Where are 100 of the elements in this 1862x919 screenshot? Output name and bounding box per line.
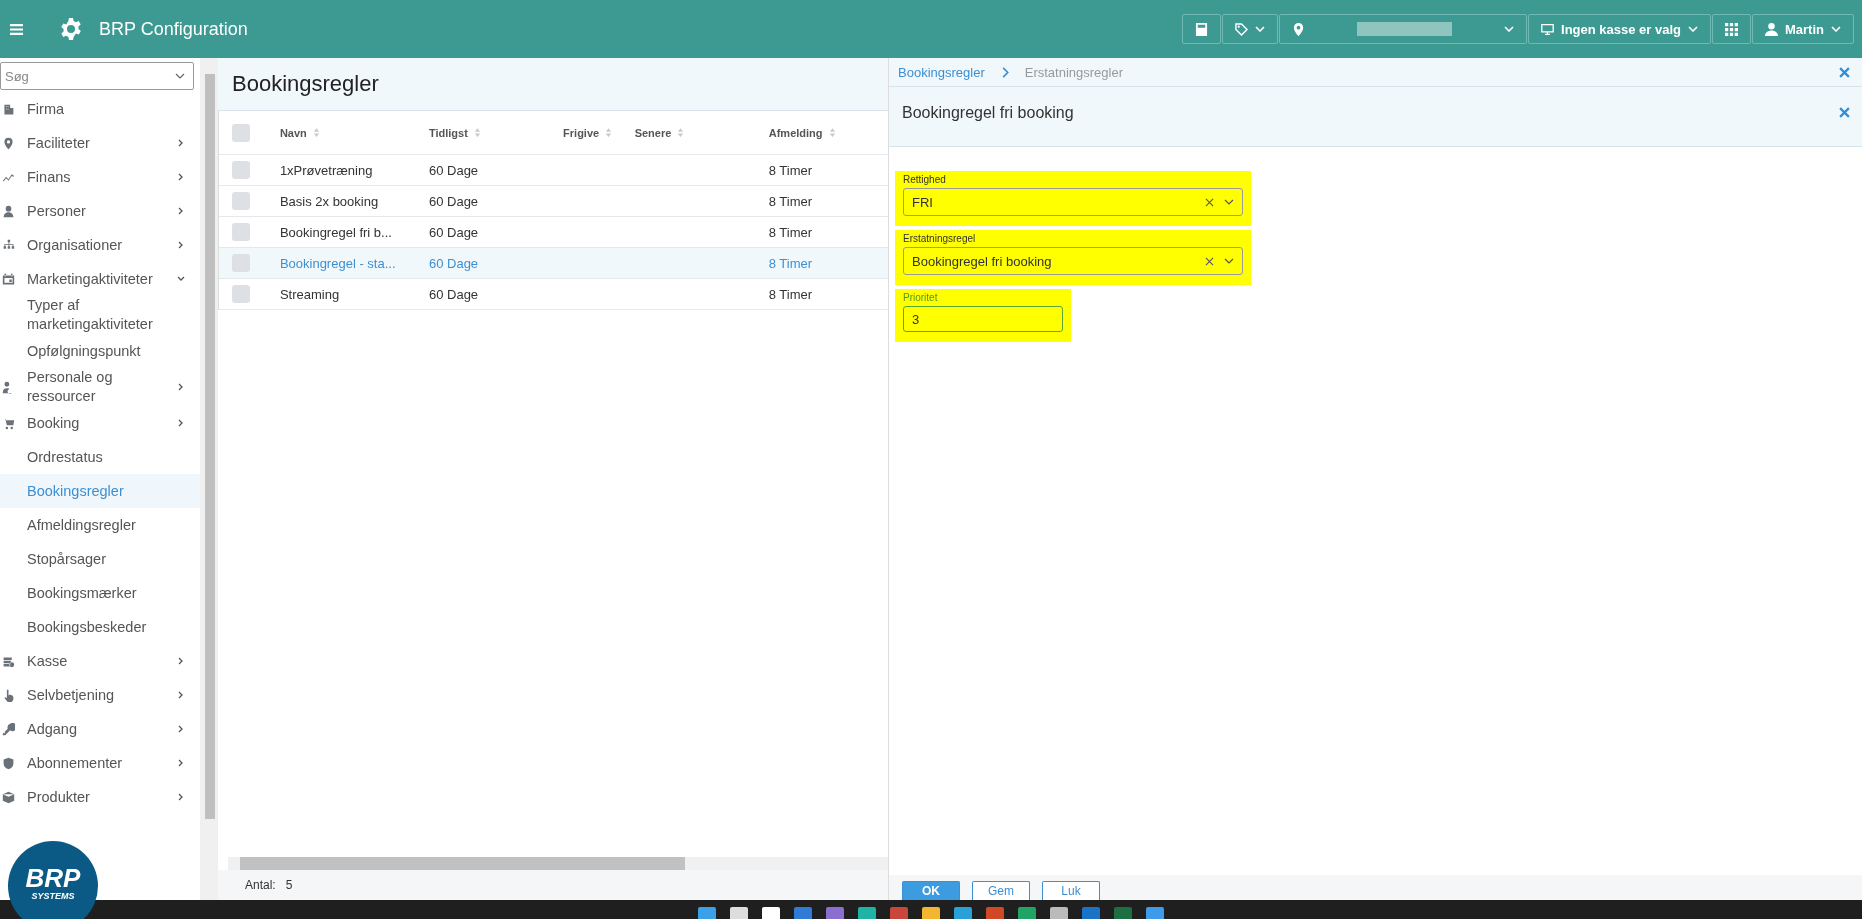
taskbar-app-icon[interactable] <box>986 907 1004 919</box>
column-header[interactable]: Tidligst <box>428 126 564 139</box>
apps-grid-button[interactable] <box>1712 14 1751 44</box>
table-cell: 8 Timer <box>768 224 813 240</box>
row-checkbox[interactable] <box>232 223 250 241</box>
input-field[interactable]: 3 <box>903 306 1063 332</box>
row-checkbox[interactable] <box>232 254 250 272</box>
select-field[interactable]: FRI <box>903 188 1243 216</box>
taskbar-app-icon[interactable] <box>922 907 940 919</box>
close-icon[interactable] <box>1839 66 1850 78</box>
clear-icon[interactable] <box>1205 256 1214 266</box>
count-label: Antal: <box>245 878 276 892</box>
column-header[interactable]: Afmelding <box>768 126 888 139</box>
taskbar-app-icon[interactable] <box>1114 907 1132 919</box>
column-header[interactable]: Frigive <box>563 126 635 139</box>
row-checkbox[interactable] <box>232 285 250 303</box>
field-label: Erstatningsregel <box>903 233 977 244</box>
count-value: 5 <box>285 878 293 892</box>
sidebar-item[interactable]: Finans <box>0 160 200 194</box>
table-cell: 8 Timer <box>768 255 813 271</box>
sidebar-item[interactable]: Ordrestatus <box>0 440 200 474</box>
menu-icon[interactable] <box>10 23 23 35</box>
column-header[interactable]: Navn <box>279 126 429 139</box>
row-checkbox[interactable] <box>232 192 250 210</box>
tag-menu-button[interactable] <box>1222 14 1279 44</box>
menu-item-icon <box>2 272 15 286</box>
table-cell: 60 Dage <box>428 162 479 178</box>
sidebar-item[interactable]: Bookingsmærker <box>0 576 200 610</box>
sort-icon[interactable] <box>605 127 613 138</box>
close-icon[interactable] <box>1839 107 1850 118</box>
horizontal-scrollbar[interactable] <box>228 857 888 870</box>
sidebar-item[interactable]: Personale og ressourcer <box>0 368 200 406</box>
taskbar-app-icon[interactable] <box>1050 907 1068 919</box>
sidebar-item[interactable]: Typer af marketingaktiviteter <box>0 296 200 334</box>
location-dropdown[interactable] <box>1279 14 1528 44</box>
table-cell: Streaming <box>279 286 340 302</box>
search-field[interactable]: Søg <box>0 62 194 90</box>
taskbar-app-icon[interactable] <box>1018 907 1036 919</box>
select-field[interactable]: Bookingregel fri booking <box>903 247 1243 275</box>
taskbar-app-icon[interactable] <box>826 907 844 919</box>
app-title: BRP Configuration <box>99 18 248 40</box>
table-row[interactable]: Basis 2x booking 60 Dage 8 Timer <box>219 186 888 217</box>
chevron-down-icon <box>1504 26 1515 32</box>
sidebar-item[interactable]: Opfølgningspunkt <box>0 334 200 368</box>
select-all-checkbox[interactable] <box>232 123 250 142</box>
chevron-down-icon <box>1224 199 1234 205</box>
sidebar-item[interactable]: Firma <box>0 92 200 126</box>
sidebar-item[interactable]: Personer <box>0 194 200 228</box>
footer-button[interactable]: Gem <box>972 881 1030 900</box>
sort-icon[interactable] <box>473 127 481 138</box>
sort-icon[interactable] <box>677 127 685 138</box>
sidebar-item[interactable]: Bookingsbeskeder <box>0 610 200 644</box>
sidebar-item[interactable]: Marketingaktiviteter <box>0 262 200 296</box>
column-header[interactable]: Senere <box>634 126 769 139</box>
footer-button[interactable]: Luk <box>1042 881 1100 900</box>
sidebar-item[interactable]: Afmeldingsregler <box>0 508 200 542</box>
taskbar-app-icon[interactable] <box>730 907 748 919</box>
page-title: Bookingsregler <box>218 58 888 111</box>
menu-item-icon <box>2 722 15 736</box>
sidebar-item[interactable]: Booking <box>0 406 200 440</box>
clear-icon[interactable] <box>1205 197 1214 207</box>
location-pin-icon <box>1292 22 1306 36</box>
table-cell: 60 Dage <box>428 255 479 271</box>
field-label: Rettighed <box>903 174 947 185</box>
sidebar-item[interactable]: Selvbetjening <box>0 678 200 712</box>
sidebar-item[interactable]: Abonnementer <box>0 746 200 780</box>
menu-item-icon <box>2 756 15 770</box>
taskbar-app-icon[interactable] <box>890 907 908 919</box>
field-label: Prioritet <box>903 292 939 303</box>
menu-item-icon <box>2 416 15 430</box>
table-row[interactable]: 1xPrøvetræning 60 Dage 8 Timer <box>219 155 888 186</box>
table-row[interactable]: Streaming 60 Dage 8 Timer <box>219 279 888 310</box>
chevron-right-icon <box>1000 66 1009 78</box>
calculator-icon <box>1195 22 1209 36</box>
taskbar-app-icon[interactable] <box>1082 907 1100 919</box>
table-cell: 60 Dage <box>428 224 479 240</box>
table-cell: 60 Dage <box>428 286 479 302</box>
sidebar-item[interactable]: Organisationer <box>0 228 200 262</box>
table-cell: 8 Timer <box>768 193 813 209</box>
calculator-button[interactable] <box>1182 14 1222 44</box>
sidebar-item[interactable]: Kasse <box>0 644 200 678</box>
table-cell: 8 Timer <box>768 286 813 302</box>
taskbar-app-icon[interactable] <box>794 907 812 919</box>
sidebar-item[interactable]: Faciliteter <box>0 126 200 160</box>
menu-item-icon <box>2 790 15 804</box>
sidebar-item[interactable]: Produkter <box>0 780 200 814</box>
taskbar-app-icon[interactable] <box>954 907 972 919</box>
menu-item-icon <box>2 102 15 116</box>
taskbar-app-icon[interactable] <box>698 907 716 919</box>
sort-icon[interactable] <box>828 127 836 138</box>
taskbar-app-icon[interactable] <box>762 907 780 919</box>
scrollbar[interactable] <box>200 58 218 900</box>
table-cell: Bookingregel - sta... <box>279 255 396 271</box>
sidebar-item[interactable]: Adgang <box>0 712 200 746</box>
taskbar-app-icon[interactable] <box>1146 907 1164 919</box>
row-checkbox[interactable] <box>232 161 250 179</box>
taskbar-app-icon[interactable] <box>858 907 876 919</box>
menu-item-icon <box>2 136 15 150</box>
sidebar-item[interactable]: Stopårsager <box>0 542 200 576</box>
sort-icon[interactable] <box>312 127 320 138</box>
